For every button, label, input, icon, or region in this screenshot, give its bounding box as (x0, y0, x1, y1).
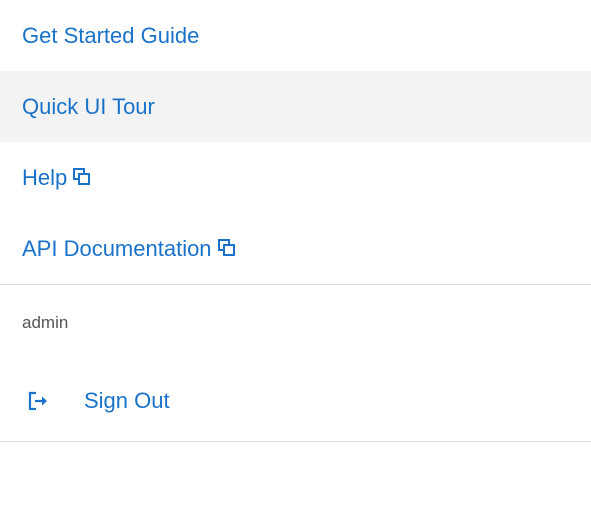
menu-item-label: Help (22, 164, 68, 190)
user-name-label: admin (22, 313, 69, 332)
menu-item-get-started-guide[interactable]: Get Started Guide (0, 0, 591, 71)
menu-item-label: API Documentation (22, 235, 212, 261)
user-dropdown-menu: Get Started Guide Quick UI Tour Help API… (0, 0, 591, 442)
menu-item-label: Quick UI Tour (22, 93, 155, 119)
menu-item-help[interactable]: Help (0, 142, 591, 213)
external-window-icon (217, 238, 236, 257)
sign-out-icon (27, 390, 51, 412)
menu-item-api-documentation[interactable]: API Documentation (0, 213, 591, 284)
menu-divider (0, 441, 591, 442)
current-user-name: admin (0, 285, 591, 361)
menu-item-label: Get Started Guide (22, 22, 200, 48)
external-window-icon (73, 167, 91, 186)
sign-out-label: Sign Out (84, 388, 170, 413)
menu-item-quick-ui-tour[interactable]: Quick UI Tour (0, 71, 591, 142)
sign-out-button[interactable]: Sign Out (0, 361, 591, 441)
